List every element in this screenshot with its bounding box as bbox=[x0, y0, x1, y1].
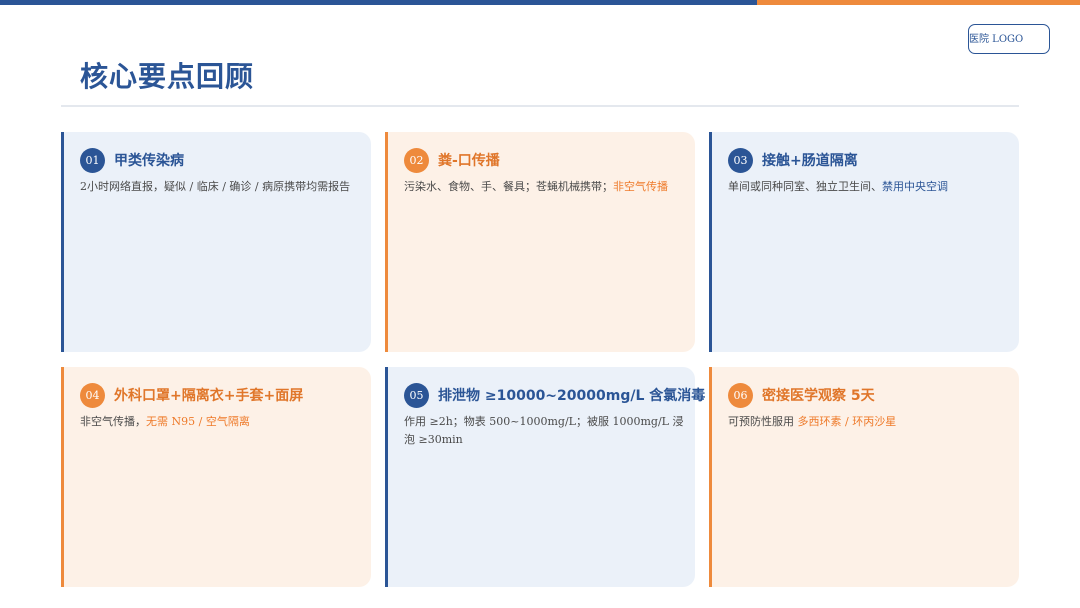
card-desc-text: 非空气传播， bbox=[80, 415, 146, 428]
top-bar-orange-segment bbox=[757, 0, 1080, 5]
card-title: 外科口罩+隔离衣+手套+面屏 bbox=[114, 388, 304, 404]
card-description: 2小时网络直报，疑似 / 临床 / 确诊 / 病原携带均需报告 bbox=[80, 178, 362, 196]
card-number-badge: 02 bbox=[404, 148, 429, 173]
card-01: 01 甲类传染病 2小时网络直报，疑似 / 临床 / 确诊 / 病原携带均需报告 bbox=[61, 132, 371, 352]
card-desc-highlight: 无需 N95 / 空气隔离 bbox=[146, 415, 250, 428]
card-description: 作用 ≥2h；物表 500~1000mg/L；被服 1000mg/L 浸泡 ≥3… bbox=[404, 413, 686, 449]
logo-text: 医院 LOGO bbox=[969, 34, 1024, 45]
card-description: 污染水、食物、手、餐具；苍蝇机械携带；非空气传播 bbox=[404, 178, 686, 196]
card-05: 05 排泄物 ≥10000~20000mg/L 含氯消毒 作用 ≥2h；物表 5… bbox=[385, 367, 705, 587]
card-06: 06 密接医学观察 5天 可预防性服用 多西环素 / 环丙沙星 bbox=[709, 367, 1019, 587]
card-number-badge: 06 bbox=[728, 383, 753, 408]
card-description: 可预防性服用 多西环素 / 环丙沙星 bbox=[728, 413, 1010, 431]
card-description: 单间或同种同室、独立卫生间、禁用中央空调 bbox=[728, 178, 1010, 196]
card-03: 03 接触+肠道隔离 单间或同种同室、独立卫生间、禁用中央空调 bbox=[709, 132, 1019, 352]
card-desc-text: 单间或同种同室、独立卫生间、 bbox=[728, 180, 882, 193]
top-bar-blue-segment bbox=[0, 0, 757, 5]
card-number-badge: 03 bbox=[728, 148, 753, 173]
card-desc-highlight: 禁用中央空调 bbox=[882, 180, 948, 193]
card-02: 02 粪-口传播 污染水、食物、手、餐具；苍蝇机械携带；非空气传播 bbox=[385, 132, 695, 352]
card-desc-highlight: 多西环素 / 环丙沙星 bbox=[797, 415, 897, 428]
card-number-badge: 04 bbox=[80, 383, 105, 408]
card-desc-text: 2小时网络直报，疑似 / 临床 / 确诊 / 病原携带均需报告 bbox=[80, 180, 351, 193]
card-title: 甲类传染病 bbox=[114, 153, 184, 169]
page-title: 核心要点回顾 bbox=[80, 60, 255, 93]
card-number-badge: 05 bbox=[404, 383, 429, 408]
card-04: 04 外科口罩+隔离衣+手套+面屏 非空气传播，无需 N95 / 空气隔离 bbox=[61, 367, 371, 587]
top-accent-bar bbox=[0, 0, 1080, 5]
card-title: 密接医学观察 5天 bbox=[762, 388, 875, 404]
card-desc-highlight: 非空气传播 bbox=[613, 180, 668, 193]
card-title: 接触+肠道隔离 bbox=[762, 153, 858, 169]
card-description: 非空气传播，无需 N95 / 空气隔离 bbox=[80, 413, 362, 431]
hospital-logo: 医院 LOGO bbox=[968, 24, 1050, 54]
card-desc-text: 污染水、食物、手、餐具；苍蝇机械携带； bbox=[404, 180, 613, 193]
card-number-badge: 01 bbox=[80, 148, 105, 173]
card-title: 排泄物 ≥10000~20000mg/L 含氯消毒 bbox=[438, 388, 706, 404]
title-divider bbox=[61, 105, 1019, 107]
card-title: 粪-口传播 bbox=[438, 153, 500, 169]
card-desc-text: 可预防性服用 bbox=[728, 415, 798, 428]
card-desc-text: 作用 ≥2h；物表 500~1000mg/L；被服 1000mg/L 浸泡 ≥3… bbox=[404, 415, 684, 446]
